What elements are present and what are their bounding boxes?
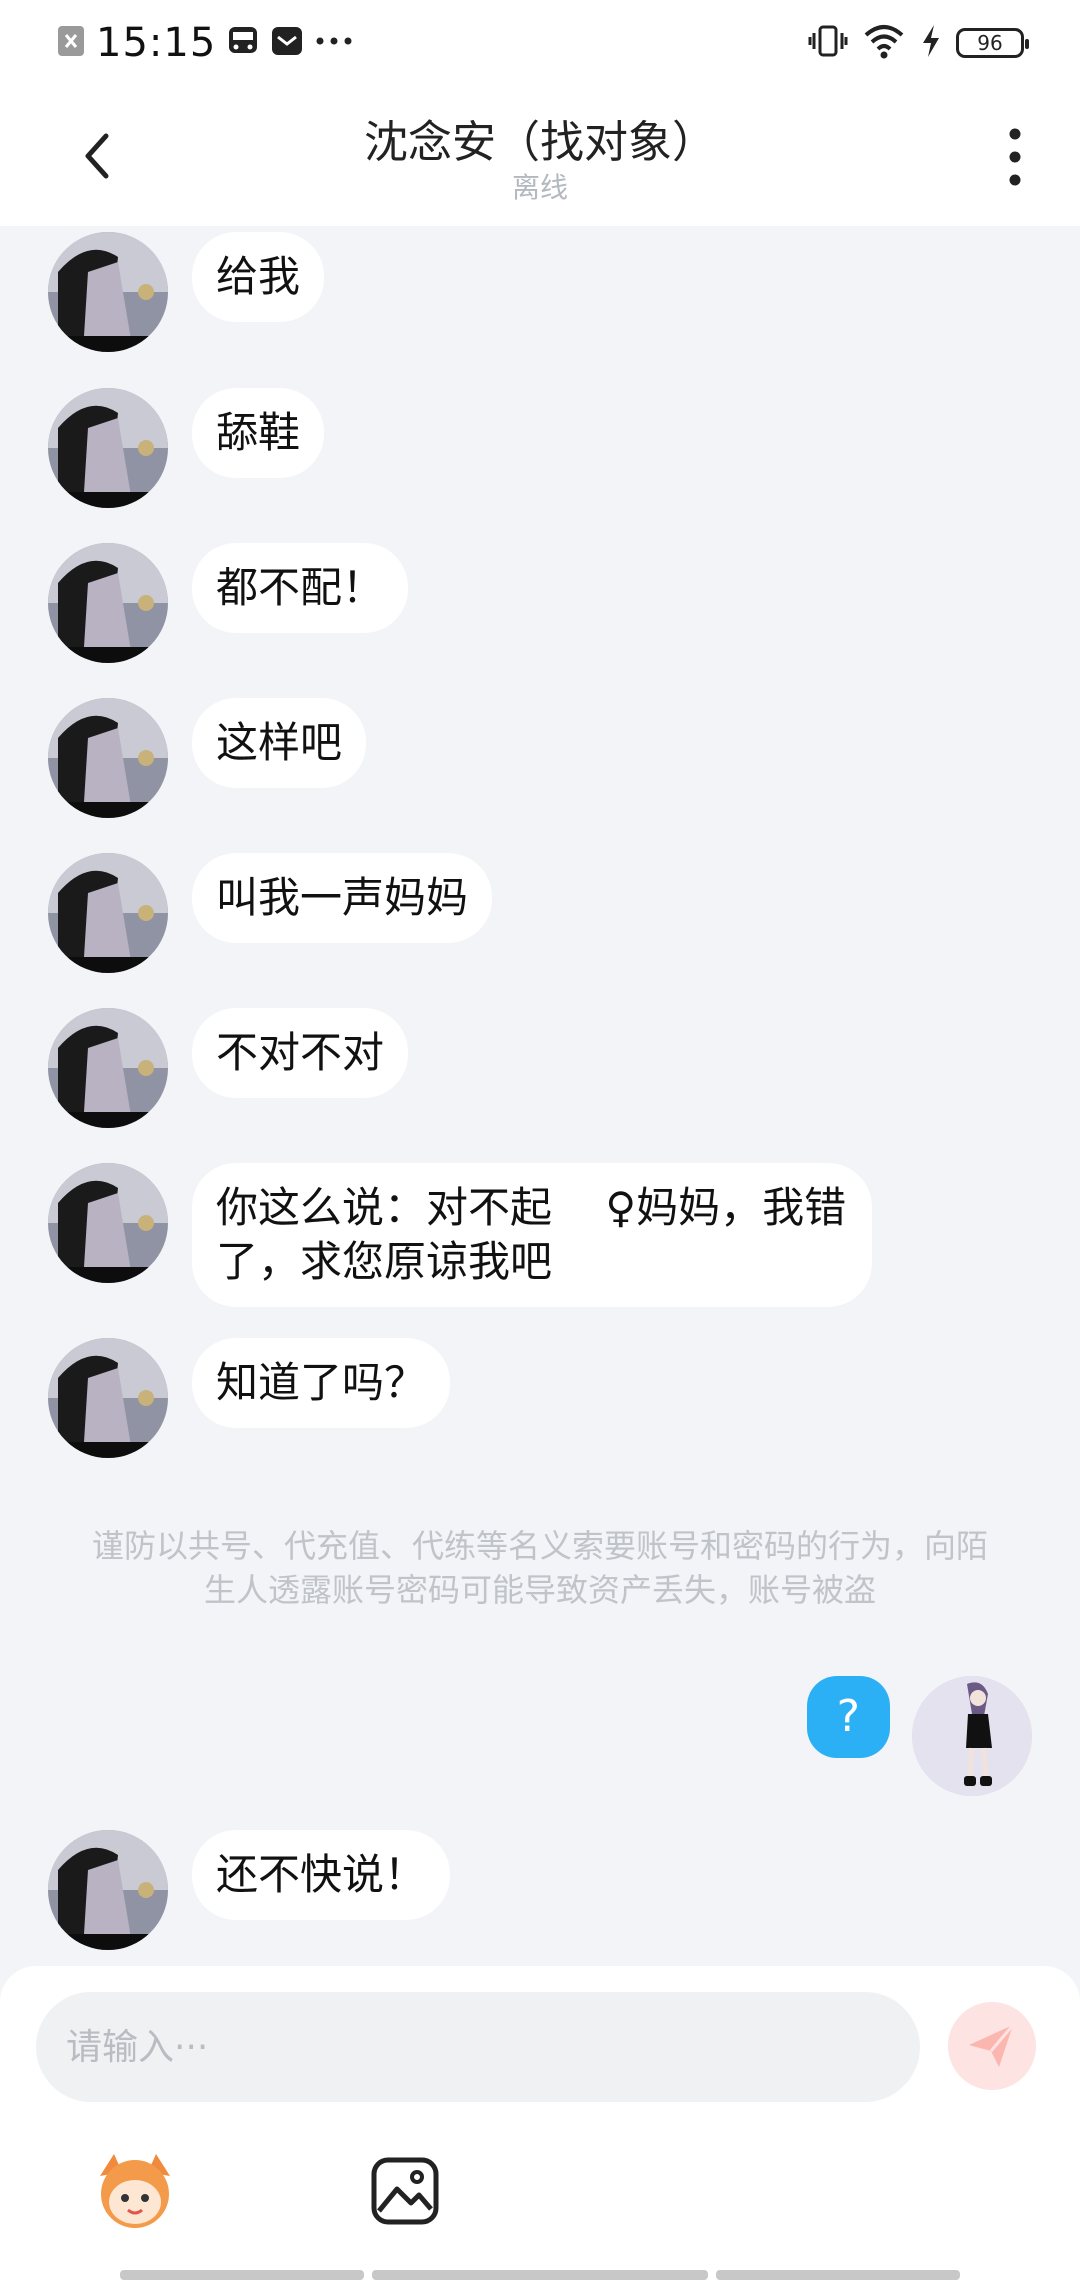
message-bubble: 不对不对: [192, 1008, 409, 1098]
battery-indicator: 96: [956, 28, 1029, 58]
contact-avatar[interactable]: [48, 1008, 168, 1128]
bus-icon: [226, 24, 260, 62]
my-message-bubble: ?: [806, 1676, 890, 1758]
message-bubble: 都不配！: [192, 543, 409, 633]
security-notice: 谨防以共号、代充值、代练等名义索要账号和密码的行为，向陌生人透露账号密码可能导致…: [91, 1527, 988, 1609]
online-status: 离线: [511, 171, 568, 204]
message-bubble: 叫我一声妈妈: [192, 853, 493, 943]
emoji-button[interactable]: [90, 2146, 180, 2236]
message-bubble: 还不快说！: [192, 1830, 451, 1920]
vertical-dots-icon: [1009, 128, 1021, 186]
image-icon: [371, 2157, 439, 2225]
nav-handle: [120, 2270, 364, 2280]
message-input[interactable]: [36, 1992, 920, 2102]
contact-avatar[interactable]: [48, 232, 168, 352]
contact-avatar[interactable]: [48, 853, 168, 973]
message-bubble: 这样吧: [192, 698, 367, 788]
chat-title: 沈念安（找对象）: [364, 117, 716, 168]
mail-icon: [270, 24, 304, 62]
image-picker-button[interactable]: [360, 2146, 450, 2236]
wifi-icon: [862, 23, 906, 63]
contact-avatar[interactable]: [48, 388, 168, 508]
message-composer: [0, 1966, 1080, 2280]
send-plane-icon: [969, 2024, 1015, 2067]
nav-handle: [372, 2270, 708, 2280]
mascot-emoji-icon: [100, 2154, 170, 2228]
contact-avatar[interactable]: [48, 1163, 168, 1283]
more-options-button[interactable]: [990, 122, 1040, 192]
vibrate-icon: [808, 21, 848, 65]
message-bubble: 知道了吗？: [192, 1338, 451, 1428]
nav-handle: [716, 2270, 960, 2280]
contact-avatar[interactable]: [48, 698, 168, 818]
charging-icon: [920, 23, 942, 63]
contact-avatar[interactable]: [48, 1830, 168, 1950]
status-bar: 15:15 96: [0, 0, 1080, 86]
contact-avatar[interactable]: [48, 543, 168, 663]
more-dots-icon: [314, 24, 354, 62]
chat-header: 沈念安（找对象） 离线: [0, 86, 1080, 226]
contact-avatar[interactable]: [48, 1338, 168, 1458]
my-avatar[interactable]: [912, 1676, 1032, 1796]
message-bubble: 舔鞋: [192, 388, 325, 478]
status-time: 15:15: [96, 20, 217, 66]
message-bubble: 给我: [192, 232, 325, 322]
message-bubble: 你这么说：对不起 ‍ ‍ ‍ ♀妈妈，我错了，求您原谅我吧: [192, 1163, 872, 1307]
notification-blocked-icon: [56, 24, 86, 62]
send-button[interactable]: [948, 2002, 1036, 2090]
